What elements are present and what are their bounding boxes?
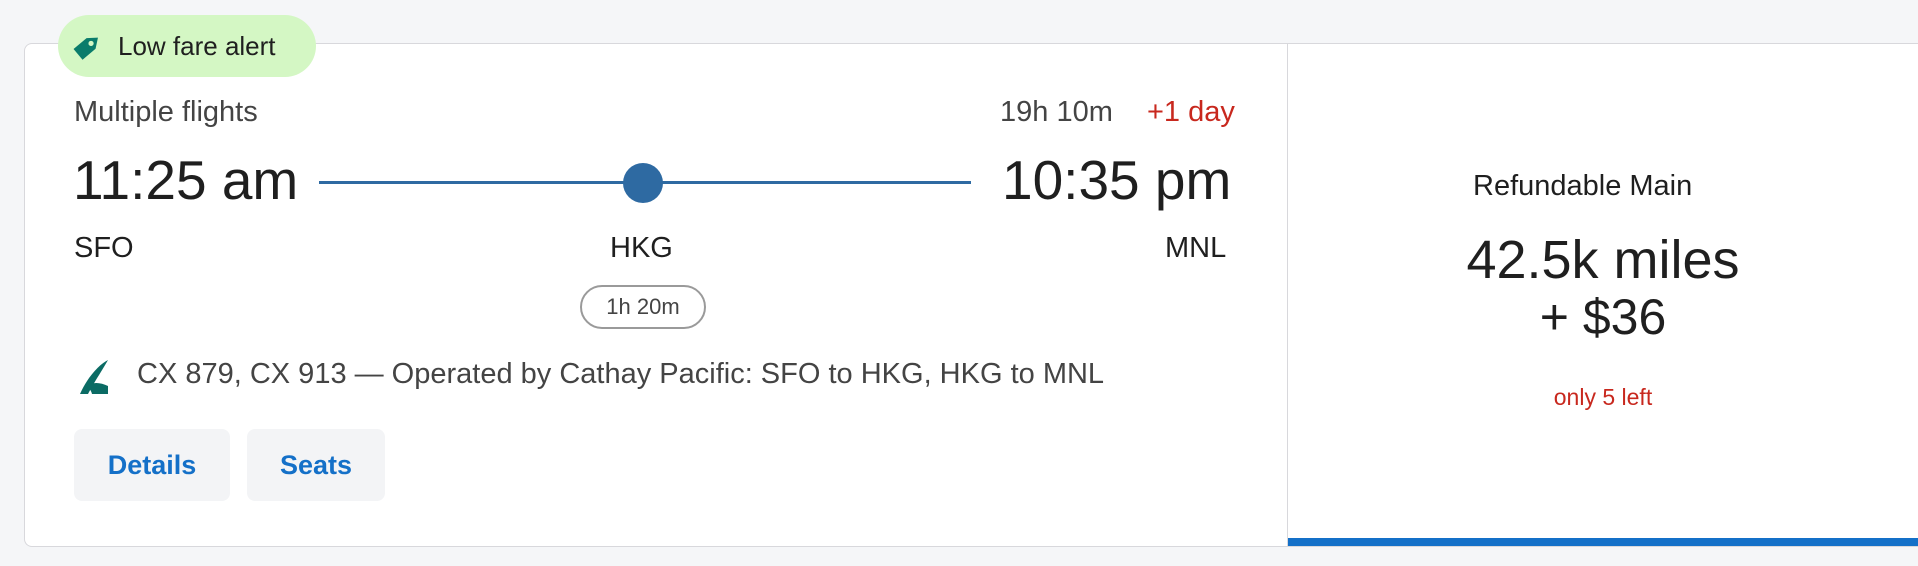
price-tag-icon	[68, 26, 108, 66]
destination-airport-code: MNL	[1165, 232, 1227, 264]
stop-airport-code: HKG	[610, 232, 673, 264]
seats-button[interactable]: Seats	[247, 429, 385, 501]
itinerary-panel: Multiple flights 19h 10m +1 day 11:25 am…	[25, 44, 1287, 546]
stop-marker	[623, 163, 663, 203]
flights-type-label: Multiple flights	[74, 96, 258, 128]
departure-time: 11:25 am	[73, 149, 299, 211]
low-fare-alert-label: Low fare alert	[118, 30, 276, 61]
fare-option-refundable-main[interactable]: Refundable Main 42.5k miles + $36 only 5…	[1288, 44, 1918, 546]
fare-class-name: Refundable Main	[1473, 170, 1693, 202]
cathay-pacific-logo-icon	[74, 358, 114, 398]
fare-cash: + $36	[1539, 289, 1667, 345]
total-duration: 19h 10m	[1000, 96, 1113, 128]
fare-miles: 42.5k miles	[1466, 230, 1740, 290]
seats-availability: only 5 left	[1553, 384, 1653, 410]
origin-airport-code: SFO	[74, 232, 134, 264]
flight-result-card: Multiple flights 19h 10m +1 day 11:25 am…	[24, 43, 1918, 547]
details-button[interactable]: Details	[74, 429, 230, 501]
layover-duration-pill: 1h 20m	[580, 285, 706, 329]
low-fare-alert-badge: Low fare alert	[58, 15, 316, 77]
flight-operator-info: CX 879, CX 913 — Operated by Cathay Paci…	[137, 358, 1105, 390]
selected-indicator	[1288, 538, 1918, 546]
arrival-time: 10:35 pm	[1002, 149, 1232, 211]
day-change-indicator: +1 day	[1147, 96, 1235, 128]
